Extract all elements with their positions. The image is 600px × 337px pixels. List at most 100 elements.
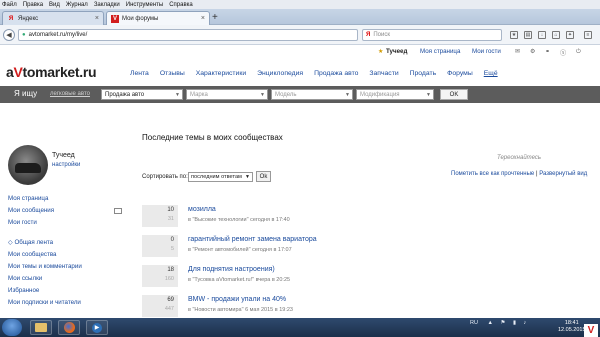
nav-car-sales[interactable]: Продажа авто (314, 70, 358, 77)
sidebar-item-subscriptions[interactable]: Мои подписки и читатели (8, 299, 81, 306)
search-label: Я ищу (14, 89, 38, 98)
sort-ok-button[interactable]: Ok (256, 171, 271, 182)
firefox-icon[interactable] (58, 320, 80, 335)
community-link[interactable]: "Ремонт автомобилей" (192, 247, 250, 253)
sidebar-item-messages[interactable]: Мои сообщения (8, 207, 54, 214)
topic-time: 6 мая 2015 в 19:23 (245, 307, 293, 313)
username-link[interactable]: Тучеед (386, 48, 407, 55)
back-arrow-icon[interactable]: ◀ (3, 29, 15, 41)
close-icon[interactable]: × (95, 15, 99, 22)
my-page-link[interactable]: Моя страница (420, 48, 460, 55)
nav-parts[interactable]: Запчасти (369, 70, 398, 77)
my-guests-link[interactable]: Мои гости (472, 48, 501, 55)
brand-select[interactable]: Марка ▼ (186, 89, 268, 100)
page-title: Последние темы в моих сообществах (142, 133, 283, 142)
sidebar-item-my-page[interactable]: Моя страница (8, 195, 48, 202)
flag-icon[interactable]: ⚑ (500, 320, 505, 326)
menu-bar: Файл Правка Вид Журнал Закладки Инструме… (0, 0, 600, 9)
community-link[interactable]: "Высокие технологии" (192, 217, 248, 223)
clock[interactable]: 18:41 12.05.2015 (558, 320, 586, 334)
addon-icon[interactable]: ✦ (566, 31, 574, 39)
search-input[interactable]: Я Поиск (362, 29, 502, 41)
star-icon[interactable]: ★ (510, 31, 518, 39)
community-link[interactable]: "Новости автомира" (192, 307, 243, 313)
nav-more[interactable]: Ещё (484, 70, 498, 77)
nav-forums[interactable]: Форумы (447, 70, 473, 77)
avatar[interactable] (8, 145, 48, 185)
topic-title-link[interactable]: BMW - продажи упали на 40% (188, 296, 286, 303)
topic-time: вчера в 20:25 (255, 277, 291, 283)
modification-select[interactable]: Модификация ▼ (356, 89, 434, 100)
car-type-link[interactable]: легковые авто (50, 91, 90, 97)
v-logo-icon: V (584, 324, 598, 337)
exit-icon[interactable]: ⏻ (576, 48, 581, 56)
yandex-icon: Я (8, 15, 14, 22)
sidebar-item-communities[interactable]: Мои сообщества (8, 251, 56, 258)
nav-specs[interactable]: Характеристики (196, 70, 246, 77)
bookmarks-icon[interactable]: ▤ (524, 31, 532, 39)
url-bar[interactable]: ● avtomarket.ru/my/live/ (18, 29, 358, 41)
expanded-view-link[interactable]: Развернутый вид (539, 171, 587, 177)
system-tray: RU ▲ ⚑ ▮ ♪ (470, 320, 526, 326)
topic-title-link[interactable]: гарантийный ремонт замена вариатора (188, 236, 317, 243)
search-ok-button[interactable]: OK (440, 89, 468, 100)
view-count: 160 (164, 276, 174, 282)
nav-encyclopedia[interactable]: Энциклопедия (257, 70, 303, 77)
menu-help[interactable]: Справка (169, 2, 193, 8)
windows-start-icon[interactable] (2, 319, 22, 336)
menu-tools[interactable]: Инструменты (126, 2, 163, 8)
nav-reviews[interactable]: Отзывы (160, 70, 185, 77)
topic-title-link[interactable]: Для поднятия настроения) (188, 266, 275, 273)
main-navigation: Лента Отзывы Характеристики Энциклопедия… (130, 70, 498, 77)
notice-text: Тереохнайтесь (497, 155, 542, 161)
profile-name[interactable]: Тучеед (52, 152, 75, 159)
network-icon[interactable]: ▮ (513, 320, 516, 326)
tray-arrow-icon[interactable]: ▲ (487, 320, 492, 326)
topic-meta: в "Высокие технологии" сегодня в 17:40 (188, 217, 290, 223)
new-tab-plus-icon[interactable]: + (212, 12, 218, 23)
nav-feed[interactable]: Лента (130, 70, 149, 77)
sidebar-item-topics-comments[interactable]: Мои темы и комментарии (8, 263, 82, 270)
chevron-down-icon: ▼ (345, 92, 350, 98)
sort-label: Сортировать по: (142, 174, 188, 180)
gear-icon[interactable]: ⚙ (530, 48, 536, 55)
reply-count: 18 (167, 267, 174, 273)
home-icon[interactable]: ⌂ (552, 31, 560, 39)
skype-icon[interactable]: ⓢ (560, 48, 566, 57)
model-select[interactable]: Модель ▼ (271, 89, 353, 100)
download-icon[interactable]: ↓ (538, 31, 546, 39)
menu-file[interactable]: Файл (2, 2, 17, 8)
menu-view[interactable]: Вид (49, 2, 60, 8)
sidebar-item-links[interactable]: Мои ссылки (8, 275, 42, 282)
envelope-icon[interactable] (114, 208, 122, 214)
site-user-bar: ★ Тучеед Моя страница Мои гости ✉ ⚙ ⚭ ⓢ … (0, 45, 600, 59)
nav-sell[interactable]: Продать (410, 70, 437, 77)
sidebar-item-common-feed[interactable]: ◇ Общая лента (8, 239, 53, 246)
menu-history[interactable]: Журнал (66, 2, 88, 8)
community-link[interactable]: "Тусовка aVtomarket.ru!" (192, 277, 254, 283)
sort-select[interactable]: последним ответам ▼ (188, 172, 253, 182)
topic-title-link[interactable]: мозилла (188, 206, 216, 213)
mark-all-read-link[interactable]: Пометить все как прочтенные (451, 171, 534, 177)
reply-count: 69 (167, 297, 174, 303)
tab-yandex[interactable]: Я Яндекс × (2, 11, 104, 25)
close-icon[interactable]: × (201, 15, 205, 22)
site-logo[interactable]: aVtomarket.ru (6, 64, 97, 80)
tab-my-forums[interactable]: V Мои форумы × (106, 11, 210, 25)
media-player-icon[interactable]: ▶ (86, 320, 108, 335)
url-text: avtomarket.ru/my/live/ (28, 32, 88, 38)
volume-icon[interactable]: ♪ (524, 320, 527, 326)
menu-icon[interactable]: ≡ (584, 31, 592, 39)
settings-link[interactable]: настройки (52, 162, 80, 168)
topic-time: сегодня в 17:40 (250, 217, 290, 223)
chevron-down-icon: ▼ (175, 92, 180, 98)
link-icon[interactable]: ⚭ (545, 48, 550, 55)
category-select[interactable]: Продажа авто ▼ (101, 89, 183, 100)
sidebar-item-guests[interactable]: Мои гости (8, 219, 37, 226)
explorer-folder-icon[interactable] (30, 320, 52, 335)
language-indicator[interactable]: RU (470, 320, 478, 326)
menu-bookmarks[interactable]: Закладки (94, 2, 120, 8)
menu-edit[interactable]: Правка (23, 2, 43, 8)
mail-icon[interactable]: ✉ (515, 48, 520, 55)
sidebar-item-favorites[interactable]: Избранное (8, 287, 39, 294)
